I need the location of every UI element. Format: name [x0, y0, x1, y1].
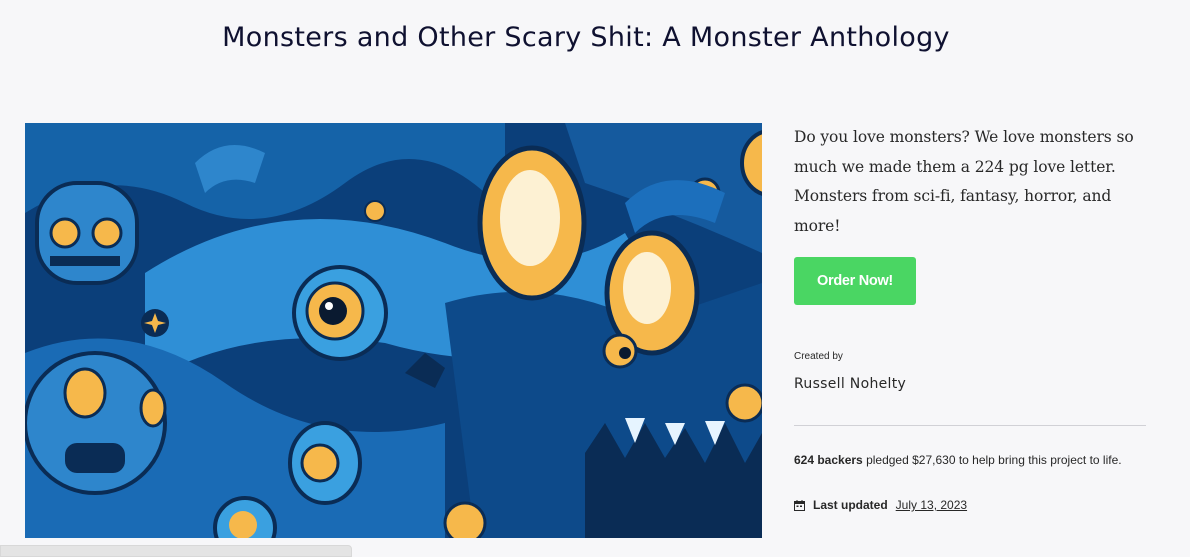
calendar-icon	[794, 499, 805, 511]
last-updated: Last updated July 13, 2023	[794, 498, 967, 512]
project-title: Monsters and Other Scary Shit: A Monster…	[222, 22, 950, 53]
project-sidebar: Do you love monsters? We love monsters s…	[794, 123, 1146, 512]
pledged-text: pledged $27,630 to help bring this proje…	[862, 453, 1122, 467]
last-updated-date-link[interactable]: July 13, 2023	[896, 498, 967, 512]
backers-count: 624 backers	[794, 453, 863, 467]
order-now-button[interactable]: Order Now!	[794, 257, 916, 305]
last-updated-label: Last updated	[813, 498, 888, 512]
divider	[794, 425, 1146, 426]
creator-name-link[interactable]: Russell Nohelty	[794, 376, 906, 392]
project-blurb: Do you love monsters? We love monsters s…	[794, 128, 1134, 235]
monster-artwork	[25, 123, 762, 538]
browser-status-bar	[0, 545, 352, 557]
created-by-label: Created by	[794, 351, 843, 362]
project-hero-image[interactable]	[25, 123, 762, 538]
funding-summary: 624 backers pledged $27,630 to help brin…	[794, 452, 1144, 469]
